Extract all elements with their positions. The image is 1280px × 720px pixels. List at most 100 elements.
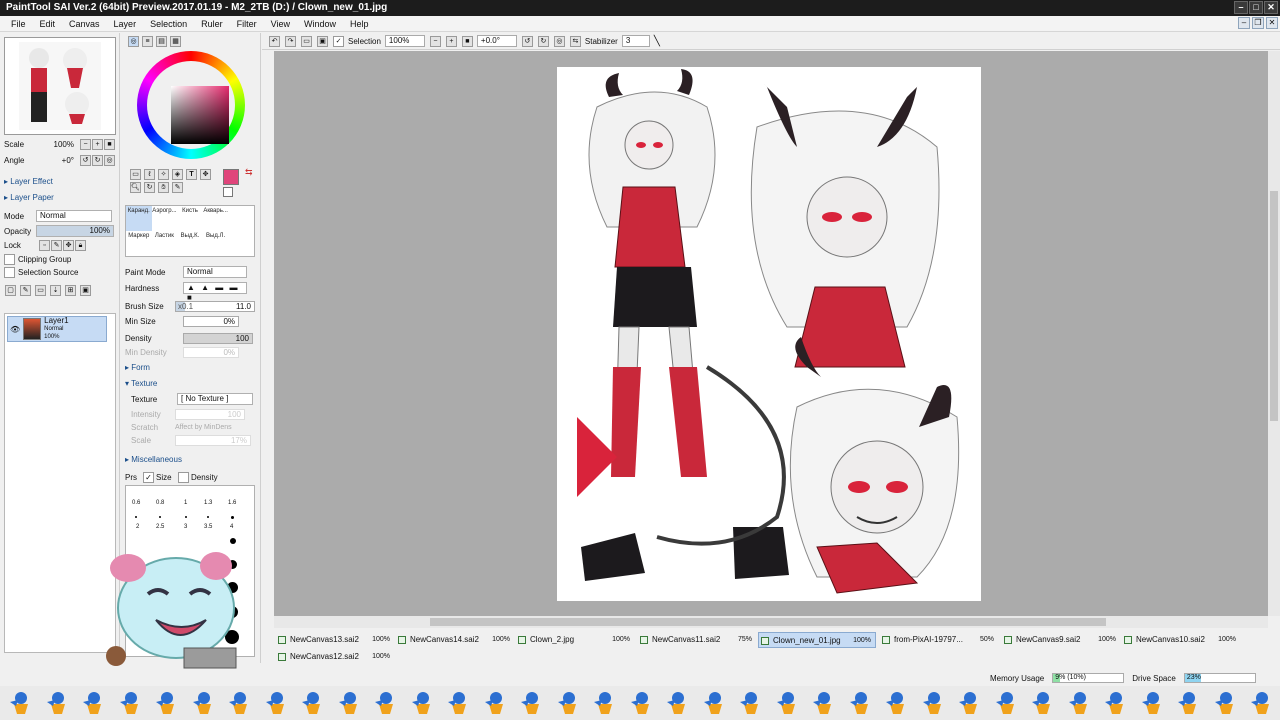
brush-cell-empty-2[interactable]	[228, 231, 254, 256]
dot-size-label[interactable]: 4	[230, 524, 233, 530]
zoom-icon[interactable]: 🔍︎	[130, 182, 141, 193]
redo-icon[interactable]: ↷	[285, 35, 296, 47]
lock-transparency-icon[interactable]: ▫	[39, 239, 50, 251]
eye-icon[interactable]: 👁︎	[10, 325, 20, 334]
invert-select-icon[interactable]: ▣	[317, 35, 328, 47]
brush-size-multiplier[interactable]: x0.1	[178, 302, 193, 311]
layer-transfer-icon[interactable]: ⇣	[50, 284, 61, 296]
secondary-color-swatch[interactable]	[223, 187, 233, 197]
rect-select-icon[interactable]: ▭	[130, 169, 141, 180]
new-linework-layer-icon[interactable]: ✎	[20, 284, 31, 296]
brush-cell-select-pen[interactable]: Выд.К.	[177, 231, 203, 256]
brush-cell-marker[interactable]: Маркер	[126, 231, 152, 256]
layer-mode-select[interactable]: Normal	[36, 210, 112, 222]
menu-view[interactable]: View	[264, 16, 297, 32]
tab-newcanvas12[interactable]: NewCanvas12.sai2 100%	[276, 649, 394, 665]
vertical-scrollbar[interactable]	[1268, 51, 1280, 616]
color-saturation-box[interactable]	[171, 86, 229, 144]
lock-move-icon[interactable]: ✥	[63, 239, 74, 251]
dot-size-label[interactable]: 0.8	[156, 500, 164, 506]
brush-dot[interactable]	[159, 516, 161, 518]
flip-horizontal-icon[interactable]: ⇆	[569, 35, 581, 47]
navigator-preview[interactable]	[4, 37, 116, 135]
dot-size-label[interactable]: 2.5	[156, 524, 164, 530]
doc-restore-button[interactable]: ❐	[1252, 17, 1264, 29]
line-tool-icon[interactable]: ╲	[654, 36, 660, 47]
deselect-icon[interactable]: ▭	[301, 35, 312, 47]
toolbar-rotate-reset-icon[interactable]: ◎	[553, 35, 565, 47]
layer-mask-icon[interactable]: ▣	[80, 284, 91, 296]
layer-merge-icon[interactable]: ⊞	[65, 284, 76, 296]
tab-newcanvas11[interactable]: NewCanvas11.sai2 75%	[638, 632, 756, 648]
rotate-right-icon[interactable]: ↻	[92, 154, 103, 166]
menu-window[interactable]: Window	[297, 16, 343, 32]
layer-effect-section[interactable]: ▸ Layer Effect	[4, 177, 53, 186]
dot-size-label[interactable]: 3.5	[204, 524, 212, 530]
brush-dot[interactable]	[135, 516, 137, 518]
menu-canvas[interactable]: Canvas	[62, 16, 107, 32]
brush-cell-brush[interactable]: Кисть	[177, 206, 203, 231]
brush-dot[interactable]	[207, 516, 209, 518]
tab-newcanvas10[interactable]: NewCanvas10.sai2 100%	[1122, 632, 1240, 648]
menu-selection[interactable]: Selection	[143, 16, 194, 32]
color-slider-tab-icon[interactable]: ≡	[142, 36, 153, 47]
swap-colors-icon[interactable]: ⇆	[245, 167, 253, 178]
lock-all-icon[interactable]: 🔒︎	[75, 239, 86, 251]
eyedropper-icon[interactable]: ✎	[172, 182, 183, 193]
clipping-group-checkbox[interactable]	[4, 253, 15, 265]
form-section[interactable]: ▸ Form	[125, 363, 150, 372]
prs-density-checkbox[interactable]	[178, 471, 189, 483]
brush-cell-select-eraser[interactable]: Выд.Л.	[203, 231, 229, 256]
rotate-left-icon[interactable]: ↺	[80, 154, 91, 166]
primary-color-swatch[interactable]	[223, 169, 239, 185]
paint-mode-select[interactable]: Normal	[183, 266, 247, 278]
lock-paint-icon[interactable]: ✎	[51, 239, 62, 251]
menu-ruler[interactable]: Ruler	[194, 16, 230, 32]
brush-size-slider[interactable]: x0.1 11.0	[175, 300, 255, 312]
nav-scale-value[interactable]: 100%	[38, 140, 74, 149]
magic-wand-icon[interactable]: ✧	[158, 169, 169, 180]
brush-dot[interactable]	[185, 516, 187, 518]
stabilizer-select[interactable]: 3	[621, 35, 650, 47]
zoom-reset-icon[interactable]: ■	[104, 138, 115, 150]
color-scratch-tab-icon[interactable]: ▦	[170, 36, 181, 47]
menu-filter[interactable]: Filter	[230, 16, 264, 32]
new-folder-icon[interactable]: ▭	[35, 284, 46, 296]
toolbar-zoom-reset-icon[interactable]: ■	[461, 35, 473, 47]
menu-layer[interactable]: Layer	[107, 16, 144, 32]
color-swatch-tab-icon[interactable]: ▤	[156, 36, 167, 47]
maximize-button[interactable]: □	[1249, 1, 1263, 14]
dot-size-label[interactable]: 1	[184, 500, 187, 506]
move-icon[interactable]: ✥	[200, 169, 211, 180]
tab-newcanvas9[interactable]: NewCanvas9.sai2 100%	[1002, 632, 1120, 648]
dot-size-label[interactable]: 1.3	[204, 500, 212, 506]
brush-cell-airbrush[interactable]: Аэрогр...	[152, 206, 178, 231]
canvas-artwork[interactable]	[557, 67, 981, 601]
rotate-reset-icon[interactable]: ◎	[104, 154, 115, 166]
density-slider[interactable]: 100	[183, 332, 253, 344]
zoom-select[interactable]: 100%	[384, 35, 425, 47]
horizontal-scroll-thumb[interactable]	[430, 618, 1106, 626]
new-layer-icon[interactable]: ▢	[5, 284, 16, 296]
hand-icon[interactable]: ✋︎	[158, 182, 169, 193]
toolbar-rotate-right-icon[interactable]: ↻	[537, 35, 549, 47]
close-button[interactable]: ✕	[1264, 1, 1278, 14]
selection-source-checkbox[interactable]	[4, 266, 15, 278]
brush-cell-pencil[interactable]: Каранд.	[126, 206, 152, 231]
dot-size-label[interactable]: 2	[136, 524, 139, 530]
selection-visible-checkbox[interactable]: ✓	[333, 35, 344, 47]
tab-clown-new-01[interactable]: Clown_new_01.jpg 100%	[758, 632, 876, 648]
dot-size-label[interactable]: 0.6	[132, 500, 140, 506]
nav-angle-value[interactable]: +0°	[38, 156, 74, 165]
prs-size-checkbox[interactable]: ✓	[143, 471, 154, 483]
fill-icon[interactable]: ◈	[172, 169, 183, 180]
menu-edit[interactable]: Edit	[33, 16, 63, 32]
texture-section[interactable]: ▾ Texture	[125, 379, 157, 388]
hardness-selector[interactable]: ▲ ▲ ▬ ▬ ■	[183, 282, 247, 302]
dot-size-label[interactable]: 1.6	[228, 500, 236, 506]
layer-opacity-slider[interactable]: 100%	[36, 225, 114, 237]
brush-cell-eraser[interactable]: Ластик	[152, 231, 178, 256]
texture-select[interactable]: [ No Texture ]	[177, 393, 253, 405]
dot-size-label[interactable]: 3	[184, 524, 187, 530]
tab-clown-2[interactable]: Clown_2.jpg 100%	[516, 632, 634, 648]
